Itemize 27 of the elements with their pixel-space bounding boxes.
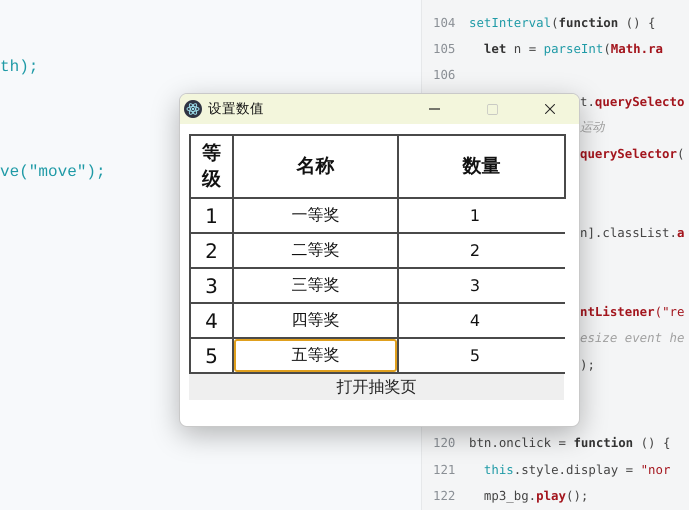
minimize-icon [428, 108, 440, 110]
code-line: ve("move"); [0, 163, 106, 182]
code-line: this.style.display = "nor [482, 462, 670, 477]
code-line: btn.onclick = function () { [469, 435, 670, 450]
window-title: 设置数值 [208, 100, 265, 118]
line-number: 122 [432, 488, 456, 503]
line-number: 105 [432, 40, 456, 56]
maximize-icon [486, 102, 498, 116]
code-line: querySelector( [579, 146, 684, 162]
code-line: esize event he [579, 330, 684, 346]
column-header: 等级 [190, 135, 233, 198]
line-number: 106 [432, 67, 456, 82]
code-line: n].classList.a [579, 225, 684, 240]
code-line: ); [579, 356, 595, 372]
code-line: 运动 [579, 118, 604, 136]
code-line: ntListener("re [579, 304, 684, 319]
open-draw-button[interactable]: 打开抽奖页 [189, 374, 564, 400]
code-line: th); [0, 58, 38, 76]
line-number: 121 [432, 462, 456, 477]
code-line: setInterval(function () { [469, 14, 656, 30]
line-number: 104 [432, 14, 456, 30]
code-line: t.querySelecto [579, 94, 684, 109]
name-field[interactable]: 五等奖 [234, 339, 397, 372]
code-line: mp3_bg.play(); [482, 488, 588, 503]
atom-icon [184, 100, 202, 118]
line-number: 120 [432, 435, 456, 450]
code-line: let n = parseInt(Math.ra [482, 40, 663, 56]
